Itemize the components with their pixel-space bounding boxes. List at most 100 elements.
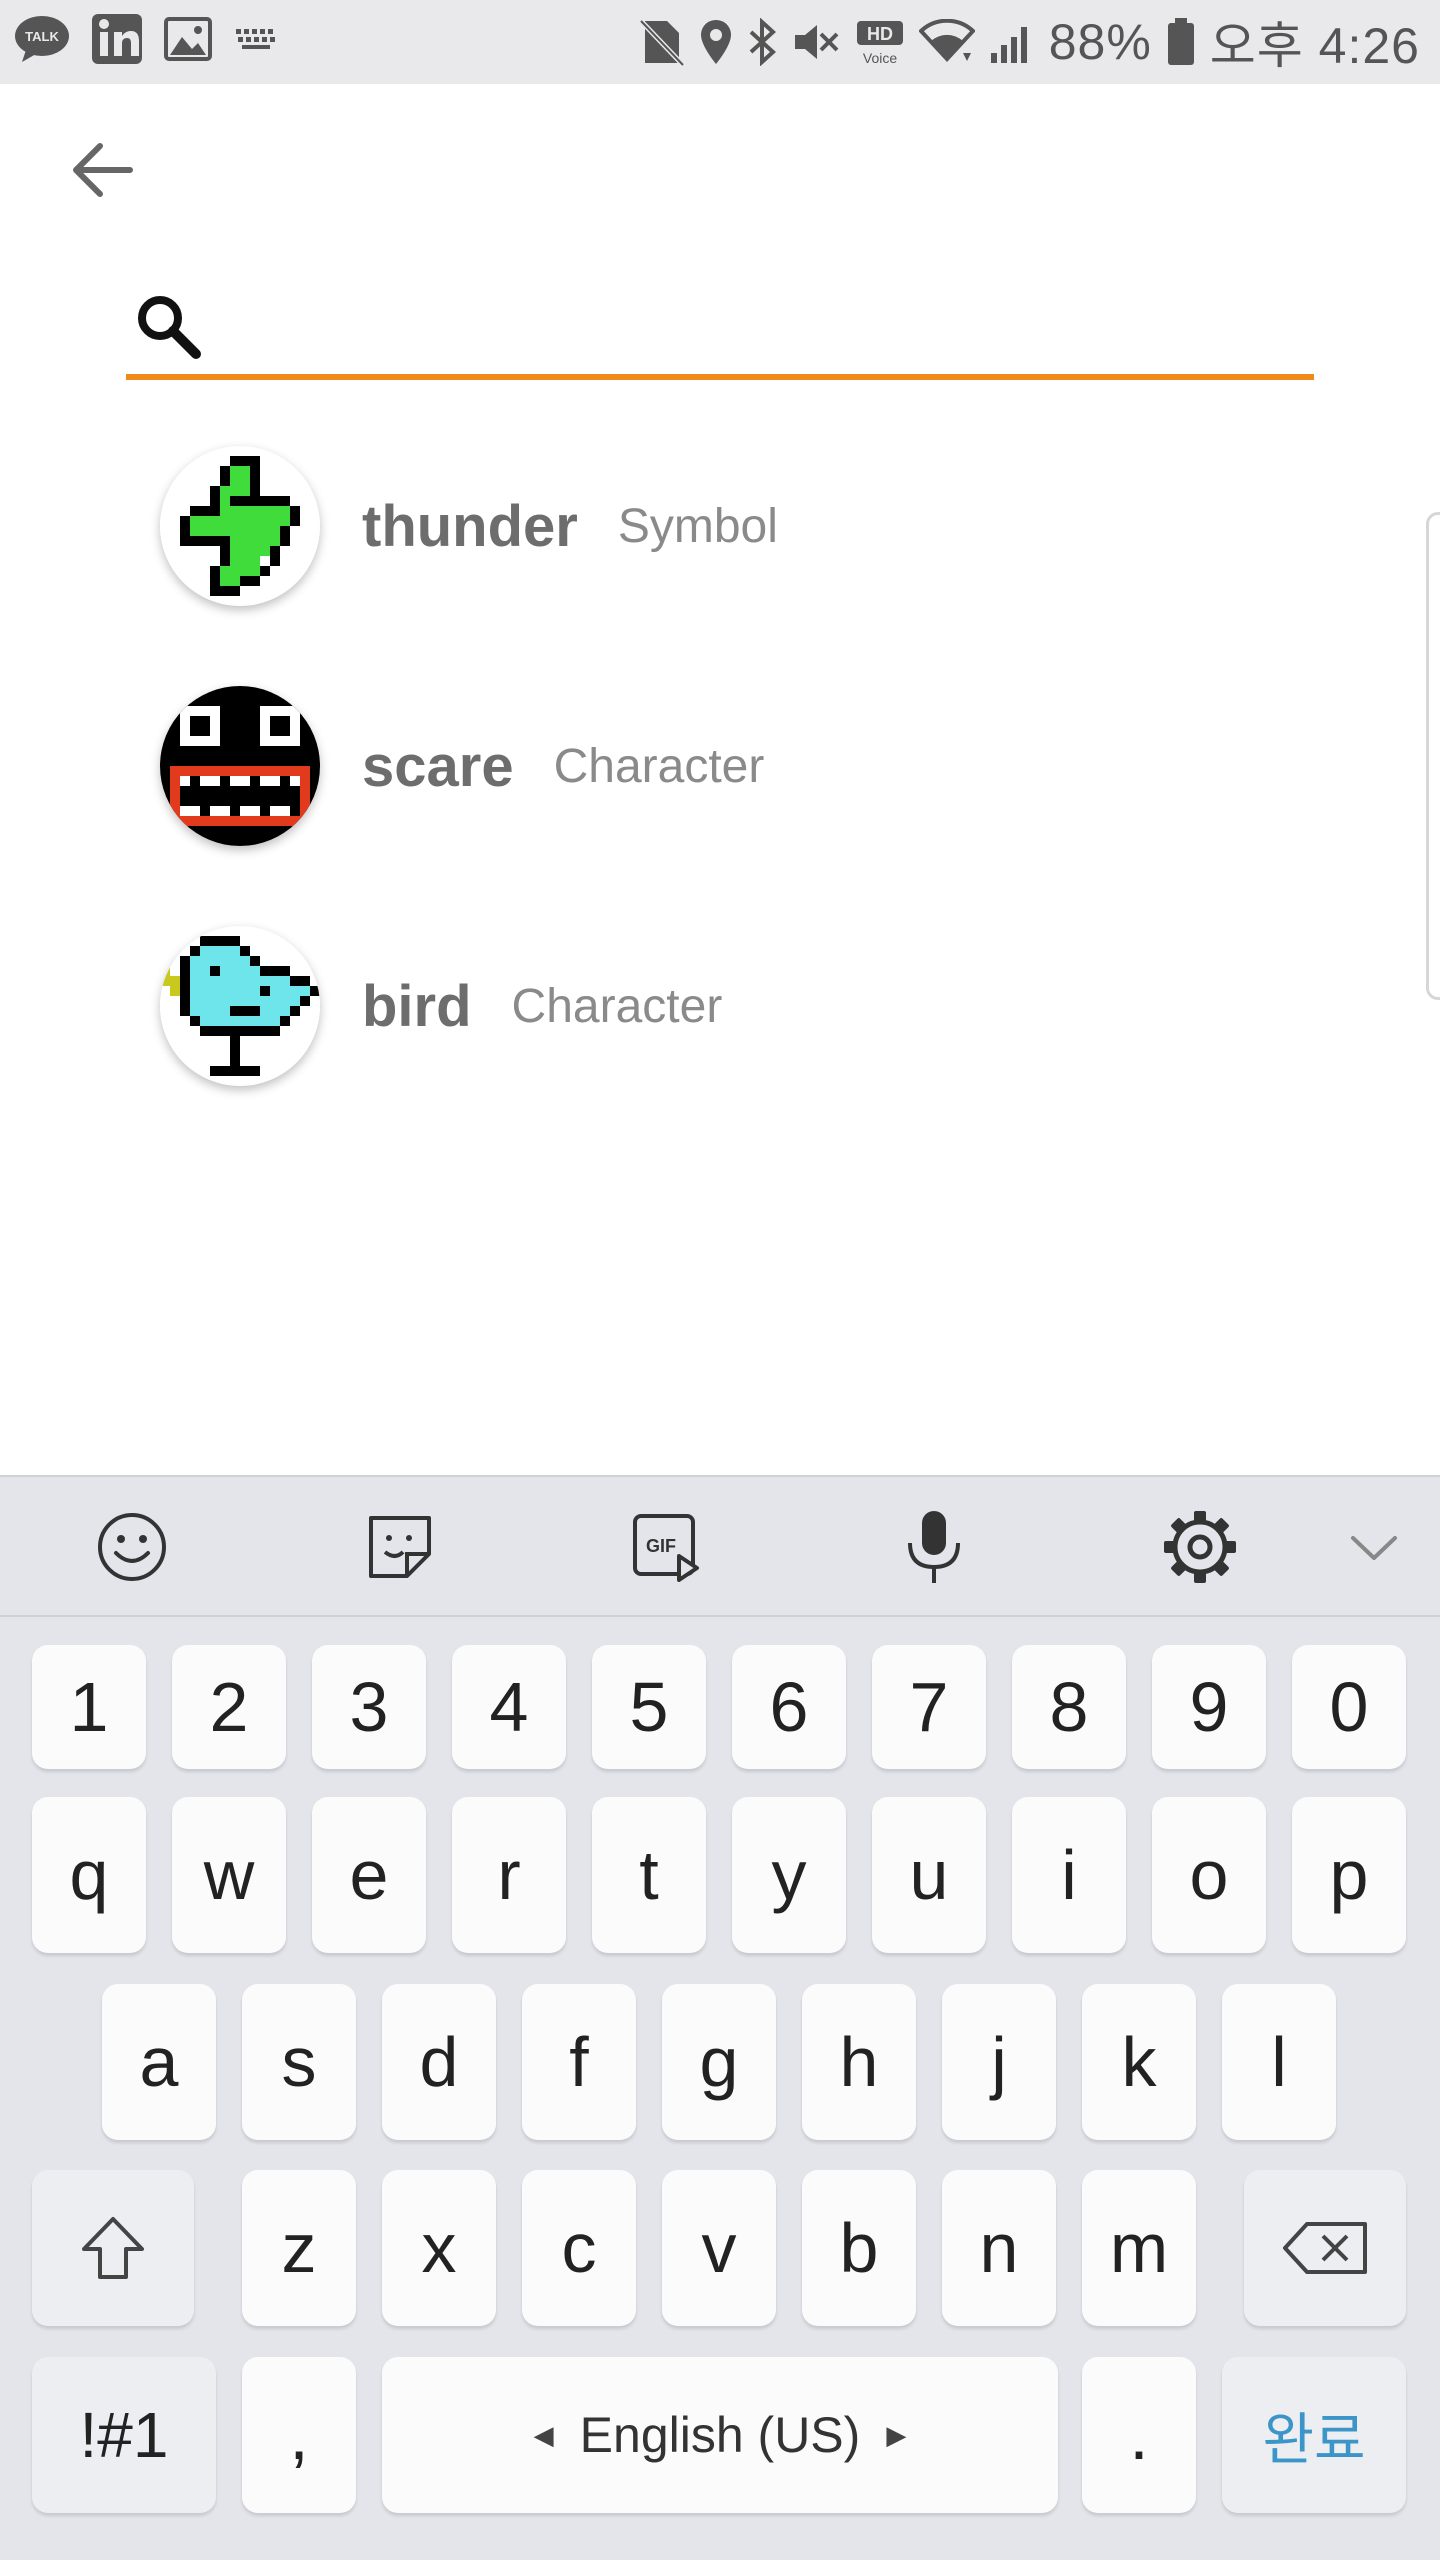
settings-icon	[1164, 1511, 1236, 1583]
signal-icon	[990, 27, 1027, 63]
status-bar-notifications: TALK	[14, 14, 280, 64]
key-j[interactable]: j	[942, 1984, 1056, 2140]
space-key-label-group: ◀ English (US) ▶	[534, 2406, 907, 2464]
scary-face-icon	[160, 686, 320, 846]
hd-voice-icon: HD Voice	[856, 21, 903, 66]
key-h[interactable]: h	[802, 1984, 916, 2140]
key-l[interactable]: l	[1222, 1984, 1336, 2140]
result-item-scare[interactable]: scare Character	[160, 676, 1260, 856]
period-key[interactable]: .	[1082, 2357, 1196, 2513]
key-3[interactable]: 3	[312, 1645, 426, 1769]
svg-text:GIF: GIF	[646, 1536, 676, 1556]
comma-key[interactable]: ,	[242, 2357, 356, 2513]
key-n[interactable]: n	[942, 2170, 1056, 2326]
search-bar	[126, 270, 1314, 380]
key-5[interactable]: 5	[592, 1645, 706, 1769]
sticker-button[interactable]	[360, 1507, 440, 1587]
key-t[interactable]: t	[592, 1797, 706, 1953]
thumbnail-scare	[160, 686, 320, 846]
language-right-icon: ▶	[886, 2419, 907, 2450]
bird-icon	[160, 926, 320, 1086]
key-c[interactable]: c	[522, 2170, 636, 2326]
key-y[interactable]: y	[732, 1797, 846, 1953]
shift-icon	[82, 2217, 144, 2279]
hide-keyboard-button[interactable]	[1334, 1507, 1414, 1587]
done-key[interactable]: 완료	[1222, 2357, 1406, 2513]
shift-key[interactable]	[32, 2170, 194, 2326]
gif-button[interactable]: GIF	[626, 1507, 706, 1587]
sticker-icon	[369, 1516, 431, 1578]
thumbnail-bird	[160, 926, 320, 1086]
key-e[interactable]: e	[312, 1797, 426, 1953]
back-button[interactable]	[62, 130, 142, 210]
result-item-thunder[interactable]: thunder Symbol	[160, 436, 1260, 616]
key-z[interactable]: z	[242, 2170, 356, 2326]
space-key[interactable]: ◀ English (US) ▶	[382, 2357, 1058, 2513]
key-4[interactable]: 4	[452, 1645, 566, 1769]
key-s[interactable]: s	[242, 1984, 356, 2140]
key-2[interactable]: 2	[172, 1645, 286, 1769]
key-o[interactable]: o	[1152, 1797, 1266, 1953]
screen: TALK HD Voice 88% 오후 4:26 thunder Symbol…	[0, 0, 1440, 2560]
battery-percent: 88%	[1048, 14, 1152, 70]
edge-panel-handle[interactable]	[1426, 512, 1440, 1000]
thumbnail-thunder	[160, 446, 320, 606]
key-p[interactable]: p	[1292, 1797, 1406, 1953]
emoji-icon	[98, 1513, 166, 1581]
kakaotalk-icon: TALK	[15, 16, 69, 62]
key-q[interactable]: q	[32, 1797, 146, 1953]
key-6[interactable]: 6	[732, 1645, 846, 1769]
key-m[interactable]: m	[1082, 2170, 1196, 2326]
key-a[interactable]: a	[102, 1984, 216, 2140]
keyboard-icon	[236, 29, 275, 49]
result-item-bird[interactable]: bird Character	[160, 916, 1260, 1096]
result-category: Character	[511, 979, 723, 1033]
key-1[interactable]: 1	[32, 1645, 146, 1769]
emoji-button[interactable]	[92, 1507, 172, 1587]
symbols-key[interactable]: !#1	[32, 2357, 216, 2513]
key-x[interactable]: x	[382, 2170, 496, 2326]
result-name: scare	[362, 733, 514, 799]
voice-input-button[interactable]	[894, 1507, 974, 1587]
key-i[interactable]: i	[1012, 1797, 1126, 1953]
key-w[interactable]: w	[172, 1797, 286, 1953]
key-7[interactable]: 7	[872, 1645, 986, 1769]
clock: 오후 4:26	[1209, 18, 1420, 74]
backspace-key[interactable]	[1244, 2170, 1406, 2326]
svg-text:Voice: Voice	[863, 50, 897, 66]
svg-text:TALK: TALK	[25, 29, 59, 44]
key-u[interactable]: u	[872, 1797, 986, 1953]
search-input[interactable]	[226, 290, 1286, 370]
mute-icon	[794, 25, 839, 59]
backspace-icon	[1283, 2222, 1367, 2274]
microphone-icon	[908, 1511, 960, 1583]
key-g[interactable]: g	[662, 1984, 776, 2140]
key-b[interactable]: b	[802, 2170, 916, 2326]
status-bar: TALK HD Voice 88% 오후 4:26	[0, 0, 1440, 84]
svg-text:HD: HD	[867, 24, 893, 44]
wifi-icon	[918, 19, 975, 62]
chevron-down-icon	[1351, 1536, 1397, 1560]
key-k[interactable]: k	[1082, 1984, 1196, 2140]
key-d[interactable]: d	[382, 1984, 496, 2140]
search-icon	[138, 296, 201, 359]
key-9[interactable]: 9	[1152, 1645, 1266, 1769]
gallery-icon	[164, 17, 212, 61]
battery-icon	[1167, 18, 1194, 65]
result-category: Symbol	[617, 499, 778, 553]
lightning-bolt-icon	[160, 446, 320, 606]
result-name: bird	[362, 973, 472, 1039]
keyboard-toolbar: GIF	[0, 1477, 1440, 1617]
keyboard-settings-button[interactable]	[1160, 1507, 1240, 1587]
key-0[interactable]: 0	[1292, 1645, 1406, 1769]
key-8[interactable]: 8	[1012, 1645, 1126, 1769]
key-v[interactable]: v	[662, 2170, 776, 2326]
space-key-label: English (US)	[579, 2407, 861, 2463]
result-category: Character	[553, 739, 765, 793]
language-left-icon: ◀	[533, 2419, 554, 2450]
status-bar-system: HD Voice 88% 오후 4:26	[638, 8, 1420, 76]
key-f[interactable]: f	[522, 1984, 636, 2140]
no-sim-icon	[638, 19, 685, 67]
key-r[interactable]: r	[452, 1797, 566, 1953]
result-name: thunder	[362, 493, 578, 559]
